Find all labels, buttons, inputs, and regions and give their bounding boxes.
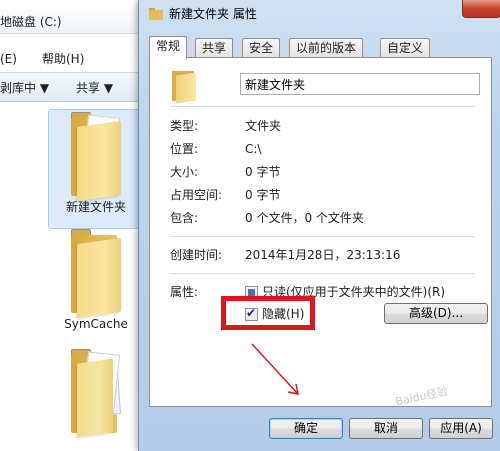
- folder-name-input[interactable]: [240, 73, 480, 95]
- address-text: 地磁盘 (C:): [0, 15, 62, 29]
- created-label: 创建时间:: [170, 248, 223, 262]
- menu-edit[interactable]: (E): [0, 48, 17, 70]
- folder-icon: [67, 227, 125, 319]
- divider: [170, 273, 475, 274]
- address-bar[interactable]: 地磁盘 (C:): [0, 10, 150, 34]
- size-label: 大小:: [170, 165, 199, 179]
- size-on-disk-label: 占用空间:: [170, 188, 223, 202]
- folder-label: SymCache: [64, 317, 128, 331]
- cancel-button[interactable]: 取消: [349, 418, 423, 439]
- folder-item-documents[interactable]: [48, 347, 144, 451]
- size-on-disk-value: 0 字节: [245, 188, 281, 202]
- type-label: 类型:: [170, 119, 199, 133]
- folder-icon: [149, 8, 163, 20]
- file-list: 新建文件夹 SymCache: [0, 103, 150, 451]
- apply-button[interactable]: 应用(A): [429, 418, 493, 439]
- folder-icon: [67, 110, 125, 202]
- close-button[interactable]: [462, 0, 500, 18]
- contains-label: 包含:: [170, 211, 199, 225]
- tab-customize[interactable]: 自定义: [380, 38, 431, 58]
- highlight-box: [221, 296, 315, 330]
- annotation-arrow-icon: [251, 343, 299, 395]
- include-in-library-button[interactable]: 剥库中 ▼: [0, 73, 49, 103]
- tab-security[interactable]: 安全: [242, 38, 281, 58]
- menu-help[interactable]: 帮助(H): [42, 48, 84, 70]
- contains-value: 0 个文件，0 个文件夹: [245, 211, 364, 225]
- folder-item-symcache[interactable]: SymCache: [48, 227, 144, 345]
- tab-previous-versions[interactable]: 以前的版本: [289, 38, 364, 58]
- created-value: 2014年1月28日，23:13:16: [245, 248, 401, 262]
- attributes-label: 属性:: [170, 285, 199, 299]
- general-panel: 类型: 文件夹 位置: C:\ 大小: 0 字节 占用空间: 0 字节 包含: …: [149, 57, 492, 407]
- location-value: C:\: [245, 142, 262, 156]
- divider: [170, 106, 475, 107]
- tab-sharing[interactable]: 共享: [195, 38, 234, 58]
- menu-bar: (E) 帮助(H): [0, 48, 150, 70]
- folder-item-new-folder[interactable]: 新建文件夹: [48, 109, 144, 229]
- tab-general[interactable]: 常规: [149, 36, 188, 59]
- location-label: 位置:: [170, 142, 199, 156]
- folder-icon: [172, 68, 198, 104]
- advanced-button[interactable]: 高级(D)...: [384, 303, 488, 324]
- size-value: 0 字节: [245, 165, 281, 179]
- divider: [170, 236, 475, 237]
- share-button[interactable]: 共享 ▼: [76, 73, 113, 103]
- folder-with-documents-icon: [67, 347, 125, 438]
- type-value: 文件夹: [245, 119, 282, 133]
- explorer-window: 地磁盘 (C:) (E) 帮助(H) 剥库中 ▼ 共享 ▼ 新建文件夹 SymC…: [0, 0, 150, 451]
- explorer-toolbar: 剥库中 ▼ 共享 ▼: [0, 72, 150, 102]
- folder-label: 新建文件夹: [65, 200, 126, 214]
- ok-button[interactable]: 确定: [269, 418, 343, 439]
- dialog-title: 新建文件夹 属性: [169, 7, 257, 21]
